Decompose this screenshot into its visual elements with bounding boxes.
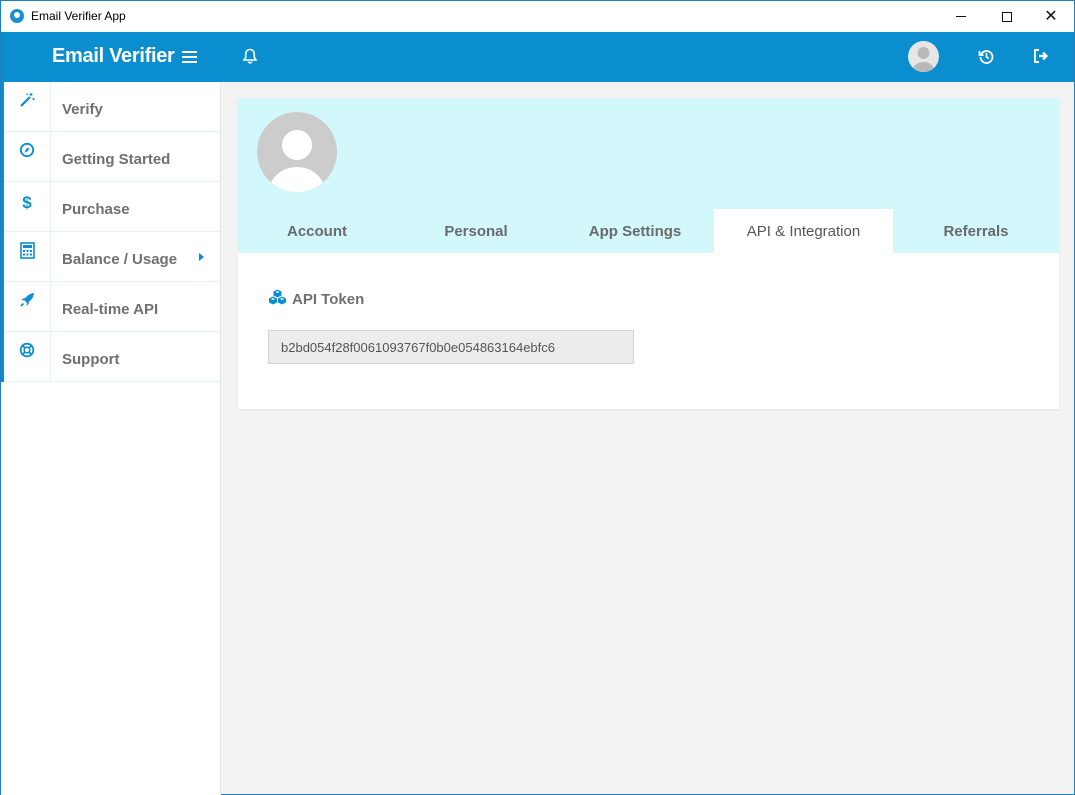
- calculator-icon: [19, 241, 35, 264]
- api-token-label: API Token: [292, 290, 365, 308]
- tab-app-settings[interactable]: App Settings: [556, 209, 714, 253]
- title-bar[interactable]: Email Verifier App ✕: [1, 1, 1074, 32]
- sidebar-item-label: Balance / Usage: [62, 251, 178, 268]
- compass-icon: [19, 142, 35, 163]
- dollar-icon: $: [22, 192, 32, 212]
- app-header: Email Verifier: [1, 32, 1074, 82]
- life-ring-icon: [19, 342, 35, 363]
- api-token-heading: API Token: [268, 289, 364, 309]
- tab-api-integration[interactable]: API & Integration: [714, 209, 893, 253]
- user-avatar[interactable]: [908, 41, 939, 72]
- sidebar-item-balance-usage[interactable]: Balance / Usage: [1, 231, 220, 282]
- tab-referrals[interactable]: Referrals: [893, 209, 1059, 253]
- sidebar-item-real-time-api[interactable]: Real-time API: [1, 281, 220, 332]
- cubes-icon: [268, 289, 292, 309]
- sidebar-item-getting-started[interactable]: Getting Started: [1, 131, 220, 182]
- brand-title: Email Verifier: [52, 45, 175, 67]
- sidebar-item-support[interactable]: Support: [1, 331, 220, 382]
- tab-personal[interactable]: Personal: [396, 209, 556, 253]
- profile-avatar[interactable]: [257, 112, 337, 192]
- rocket-icon: [19, 292, 35, 313]
- maximize-icon: [1002, 11, 1012, 22]
- sidebar-item-label: Support: [62, 351, 120, 368]
- window-title: Email Verifier App: [31, 9, 126, 23]
- profile-tabs: Account Personal App Settings API & Inte…: [238, 209, 1059, 253]
- maximize-button[interactable]: [984, 1, 1030, 32]
- sidebar: Verify Getting Started $ Purchase Balanc…: [1, 81, 221, 795]
- minimize-icon: [956, 16, 966, 17]
- history-icon[interactable]: [978, 48, 995, 70]
- sidebar-item-label: Verify: [62, 101, 103, 118]
- notifications-bell-icon[interactable]: [242, 48, 258, 70]
- close-button[interactable]: ✕: [1028, 1, 1074, 32]
- app-window: Email Verifier App ✕ Email Verifier Veri…: [0, 0, 1075, 795]
- sidebar-item-label: Getting Started: [62, 151, 171, 168]
- app-logo-icon: [10, 9, 24, 23]
- close-icon: ✕: [1044, 7, 1058, 25]
- sidebar-item-verify[interactable]: Verify: [1, 81, 220, 132]
- sign-out-icon[interactable]: [1033, 48, 1050, 69]
- profile-card: Account Personal App Settings API & Inte…: [238, 98, 1059, 409]
- menu-toggle-icon[interactable]: [182, 51, 197, 63]
- caret-right-icon: [199, 253, 204, 261]
- tab-account[interactable]: Account: [238, 209, 396, 253]
- api-token-field[interactable]: b2bd054f28f0061093767f0b0e054863164ebfc6: [268, 330, 634, 364]
- sidebar-item-purchase[interactable]: $ Purchase: [1, 181, 220, 232]
- profile-header: [238, 98, 1059, 209]
- magic-wand-icon: [19, 92, 35, 113]
- sidebar-item-label: Real-time API: [62, 301, 159, 318]
- sidebar-item-label: Purchase: [62, 201, 130, 218]
- minimize-button[interactable]: [938, 1, 984, 32]
